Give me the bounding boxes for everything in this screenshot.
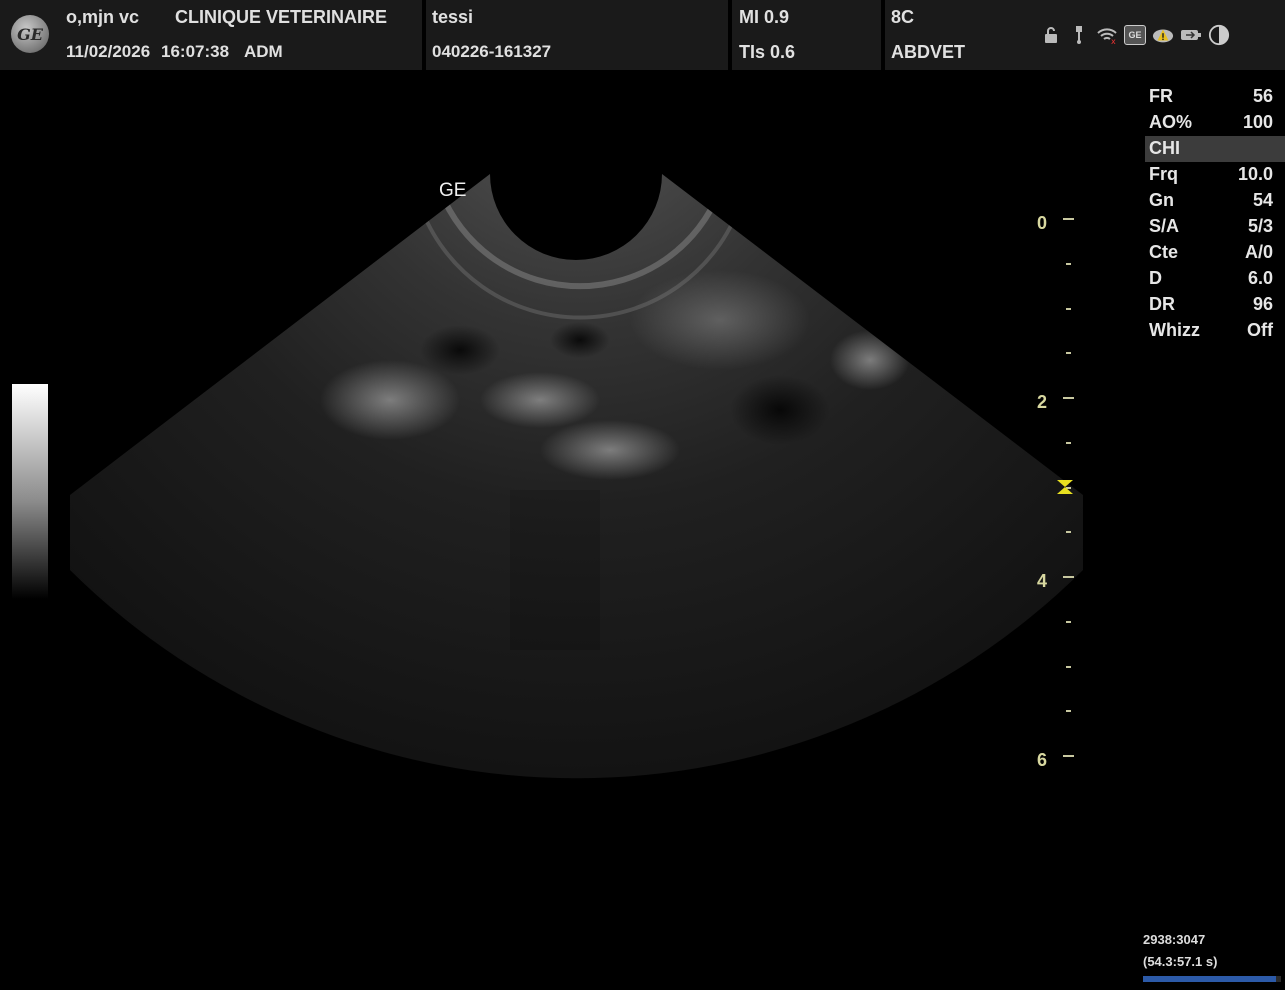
top-bar: GE o,mjn vc CLINIQUE VETERINAIRE 11/02/2…	[0, 0, 1285, 70]
cine-frame-counter: 2938:3047	[1143, 932, 1206, 947]
thermal-index: TIs 0.6	[739, 42, 796, 62]
depth-label-4: 4	[1037, 571, 1048, 591]
status-icons: x GE	[1040, 22, 1230, 48]
exam-id: 040226-161327	[432, 42, 552, 61]
param-row-fr: FR 56	[1149, 86, 1273, 106]
param-row-cte: Cte A/0	[1149, 242, 1273, 262]
contrast-icon	[1208, 24, 1230, 46]
clinic-name: CLINIQUE VETERINAIRE	[175, 7, 388, 27]
mechanical-index: MI 0.9	[739, 7, 790, 27]
depth-minor-tick	[1066, 710, 1071, 713]
depth-minor-tick	[1066, 262, 1071, 265]
cine-progress-fill	[1143, 976, 1277, 982]
divider	[881, 0, 885, 70]
ge-service-icon: GE	[1124, 24, 1146, 46]
depth-minor-tick	[1066, 620, 1071, 623]
depth-major-tick	[1063, 397, 1074, 399]
param-row-whizz: Whizz Off	[1149, 320, 1273, 340]
depth-major-tick	[1063, 218, 1074, 220]
operator: ADM	[244, 42, 283, 61]
lock-icon	[1040, 24, 1062, 46]
warning-icon	[1152, 24, 1174, 46]
depth-minor-tick	[1066, 531, 1071, 534]
depth-major-tick	[1063, 576, 1074, 578]
wifi-icon: x	[1096, 24, 1118, 46]
param-row-d: D 6.0	[1149, 268, 1273, 288]
usb-icon	[1068, 24, 1090, 46]
patient-name: o,mjn vc	[66, 7, 140, 27]
exam-time: 16:07:38	[161, 42, 230, 61]
divider	[422, 0, 426, 70]
param-row-frq: Frq 10.0	[1149, 164, 1273, 184]
param-row-ao: AO% 100	[1149, 112, 1273, 132]
exam-date: 11/02/2026	[66, 42, 151, 61]
param-row-dr: DR 96	[1149, 294, 1273, 314]
divider	[728, 0, 732, 70]
grayscale-bar	[12, 384, 48, 599]
parameter-panel: FR 56 AO% 100 CHI Frq 10.0 Gn 54 S/A 5/3 Cte A…	[1145, 84, 1285, 344]
depth-label-2: 2	[1037, 392, 1048, 412]
depth-minor-tick	[1066, 441, 1071, 444]
image-watermark: GE	[439, 180, 466, 201]
depth-label-0: 0	[1037, 213, 1048, 233]
depth-minor-tick	[1066, 352, 1071, 355]
cine-time-counter: (54.3:57.1 s)	[1143, 954, 1218, 969]
probe-name: 8C	[891, 7, 915, 27]
focal-zone-marker[interactable]	[1056, 479, 1074, 495]
preset-name: ABDVET	[891, 42, 966, 62]
param-row-gn: Gn 54	[1149, 190, 1273, 210]
cine-progress-bar[interactable]	[1143, 976, 1281, 982]
ge-logo-icon: GE	[11, 15, 49, 53]
ultrasound-image: GE	[70, 174, 1083, 779]
depth-minor-tick	[1066, 665, 1071, 668]
depth-label-6: 6	[1037, 750, 1048, 770]
battery-icon	[1180, 24, 1202, 46]
patient-id-name: tessi	[432, 7, 474, 27]
param-row-sa: S/A 5/3	[1149, 216, 1273, 236]
svg-text:x: x	[1111, 37, 1116, 44]
depth-major-tick	[1063, 755, 1074, 757]
depth-minor-tick	[1066, 307, 1071, 310]
param-row-chi: CHI	[1145, 136, 1285, 162]
